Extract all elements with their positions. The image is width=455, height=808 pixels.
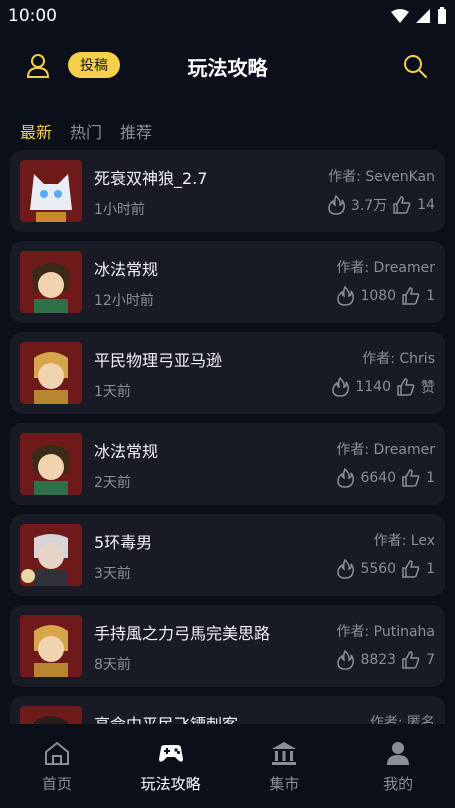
status-bar: 10:00 [0,0,455,32]
status-icons [391,7,447,25]
bottom-nav: 首页 玩法攻略 集市 我的 [0,724,455,808]
post-title: 平民物理弓亚马逊 [94,351,223,370]
thumbs-up-icon[interactable] [401,650,421,670]
post-author: 作者: Lex [373,533,435,549]
like-count: 7 [426,652,435,668]
top-bar: 投稿 玩法攻略 [0,32,455,100]
avatar [20,615,82,677]
thumbs-up-icon[interactable] [401,468,421,488]
avatar [20,524,82,586]
thumbs-up-icon[interactable] [401,559,421,579]
avatar [20,706,82,724]
signal-icon [416,9,430,23]
tab-latest[interactable]: 最新 [20,119,52,143]
avatar [20,160,82,222]
post-time: 1天前 [94,384,131,400]
nav-home-label: 首页 [41,774,72,793]
flame-icon [337,468,355,488]
heat-count: 3.7万 [350,198,388,214]
post-stats: 5560 1 [335,559,435,579]
avatar [20,433,82,495]
post-time: 2天前 [94,475,131,491]
home-icon [44,741,69,765]
wifi-icon [391,9,409,23]
post-card[interactable]: 5环毒男 作者: Lex 3天前 5560 1 [10,514,445,596]
battery-icon [438,7,446,24]
flame-icon [332,377,350,397]
thumbs-up-icon[interactable] [401,286,421,306]
tab-hot[interactable]: 热门 [70,119,102,143]
like-count: 14 [417,197,435,213]
flame-icon [337,286,355,306]
nav-guides[interactable]: 玩法攻略 [126,739,216,794]
heat-count: 6640 [360,470,397,486]
post-card[interactable]: 死衰双神狼_2.7 作者: SevenKan 1小时前 3.7万 14 [10,150,445,232]
status-time: 10:00 [8,6,57,26]
search-icon[interactable] [401,52,429,80]
avatar [20,342,82,404]
flame-icon [337,559,355,579]
thumbs-up-icon[interactable] [396,377,416,397]
nav-market[interactable]: 集市 [239,739,329,794]
nav-profile[interactable]: 我的 [353,739,443,794]
nav-guides-label: 玩法攻略 [140,774,201,793]
post-card[interactable]: 手持風之力弓馬完美思路 作者: Putinaha 8天前 8823 7 [10,605,445,687]
flame-icon [328,195,345,215]
heat-count: 1080 [360,288,397,304]
like-count: 1 [426,561,435,577]
like-count: 1 [426,288,435,304]
post-title: 5环毒男 [94,533,153,552]
post-title: 高命中平民飞镖刺客 [94,711,238,724]
page-title: 玩法攻略 [187,56,268,80]
post-title: 冰法常规 [94,442,159,461]
post-stats: 3.7万 14 [326,195,435,215]
post-stats: 6640 1 [335,468,435,488]
post-author: 作者: Dreamer [336,260,435,276]
post-author: 作者: 匿名 [369,715,435,724]
person-icon [387,741,410,765]
post-time: 3天前 [94,566,131,582]
post-author: 作者: Dreamer [336,442,435,458]
heat-count: 5560 [360,561,397,577]
post-author: 作者: Chris [362,351,435,367]
heat-count: 8823 [360,652,397,668]
post-title: 死衰双神狼_2.7 [94,169,208,188]
post-card[interactable]: 冰法常规 作者: Dreamer 2天前 6640 1 [10,423,445,505]
nav-profile-label: 我的 [383,774,414,793]
post-time: 8天前 [94,657,131,673]
nav-home[interactable]: 首页 [12,739,102,794]
post-time: 12小时前 [94,293,154,309]
heat-count: 1140 [355,379,391,395]
flame-icon [337,650,355,670]
post-author: 作者: Putinaha [336,624,435,640]
post-stats: 1080 1 [335,286,435,306]
post-card[interactable]: 高命中平民飞镖刺客 作者: 匿名 [10,696,445,724]
post-stats: 8823 7 [335,650,435,670]
thumbs-up-icon[interactable] [392,195,412,215]
nav-market-label: 集市 [269,774,300,793]
post-title: 冰法常规 [94,260,159,279]
post-title: 手持風之力弓馬完美思路 [94,624,271,643]
post-stats: 1140 赞 [330,377,435,397]
post-card[interactable]: 平民物理弓亚马逊 作者: Chris 1天前 1140 赞 [10,332,445,414]
post-time: 1小时前 [94,202,145,218]
tab-recommended[interactable]: 推荐 [120,119,152,143]
bank-icon [272,741,297,765]
avatar [20,251,82,313]
like-count: 赞 [421,380,435,396]
tab-bar: 最新 热门 推荐 [0,116,455,146]
gamepad-icon [158,744,183,762]
post-list: 死衰双神狼_2.7 作者: SevenKan 1小时前 3.7万 14 冰法常规… [10,150,445,724]
like-count: 1 [426,470,435,486]
post-card[interactable]: 冰法常规 作者: Dreamer 12小时前 1080 1 [10,241,445,323]
post-author: 作者: SevenKan [328,169,435,185]
